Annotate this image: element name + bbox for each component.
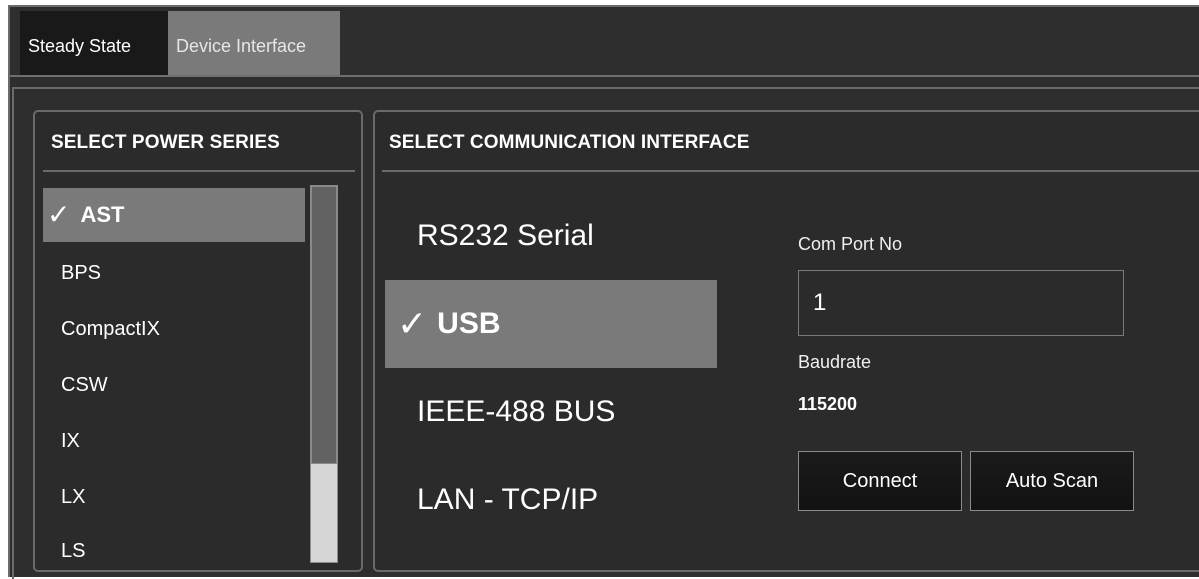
interface-label: RS232 Serial [417,219,594,252]
interface-lan[interactable]: LAN - TCP/IP [385,456,717,544]
interface-label: IEEE-488 BUS [417,395,616,428]
interface-label: USB [437,307,501,340]
tab-device-interface[interactable]: Device Interface [168,11,340,75]
title-divider [382,170,1199,172]
scrollbar-thumb[interactable] [311,186,337,464]
baudrate-label: Baudrate [798,352,872,372]
connect-button[interactable]: Connect [798,451,962,511]
tab-bar: Steady State Device Interface [10,7,1199,77]
communication-panel: SELECT COMMUNICATION INTERFACE RS232 Ser… [373,110,1199,572]
auto-scan-button[interactable]: Auto Scan [970,451,1134,511]
com-port-label: Com Port No [798,234,903,254]
interface-label: LAN - TCP/IP [417,483,599,516]
series-item-label: LS [61,540,86,562]
title-divider [43,170,355,172]
tab-steady-state[interactable]: Steady State [20,11,168,75]
series-item-label: AST [80,202,125,227]
series-item-compactix[interactable]: CompactIX [43,302,305,356]
interface-usb[interactable]: ✓ USB [385,280,717,368]
series-item-label: IX [61,430,80,452]
series-item-lx[interactable]: LX [43,470,305,524]
series-item-ls[interactable]: LS [43,524,305,578]
series-item-ix[interactable]: IX [43,414,305,468]
series-item-label: BPS [61,262,102,284]
baudrate-value: 115200 [798,394,858,414]
interface-rs232[interactable]: RS232 Serial [385,192,717,280]
power-series-title: SELECT POWER SERIES [51,132,280,153]
checkmark-icon: ✓ [397,303,428,344]
series-item-bps[interactable]: BPS [43,246,305,300]
power-series-panel: SELECT POWER SERIES ✓ AST BPS CompactIX C… [33,110,363,572]
checkmark-icon: ✓ [47,199,71,230]
communication-title: SELECT COMMUNICATION INTERFACE [389,132,750,153]
series-scrollbar[interactable] [310,185,338,563]
series-item-ast[interactable]: ✓ AST [43,188,305,242]
series-item-label: LX [61,486,86,508]
series-item-csw[interactable]: CSW [43,358,305,412]
interface-ieee488[interactable]: IEEE-488 BUS [385,368,717,456]
com-port-input[interactable]: 1 [798,270,1124,336]
series-item-label: CompactIX [61,318,160,340]
series-item-label: CSW [61,374,108,396]
